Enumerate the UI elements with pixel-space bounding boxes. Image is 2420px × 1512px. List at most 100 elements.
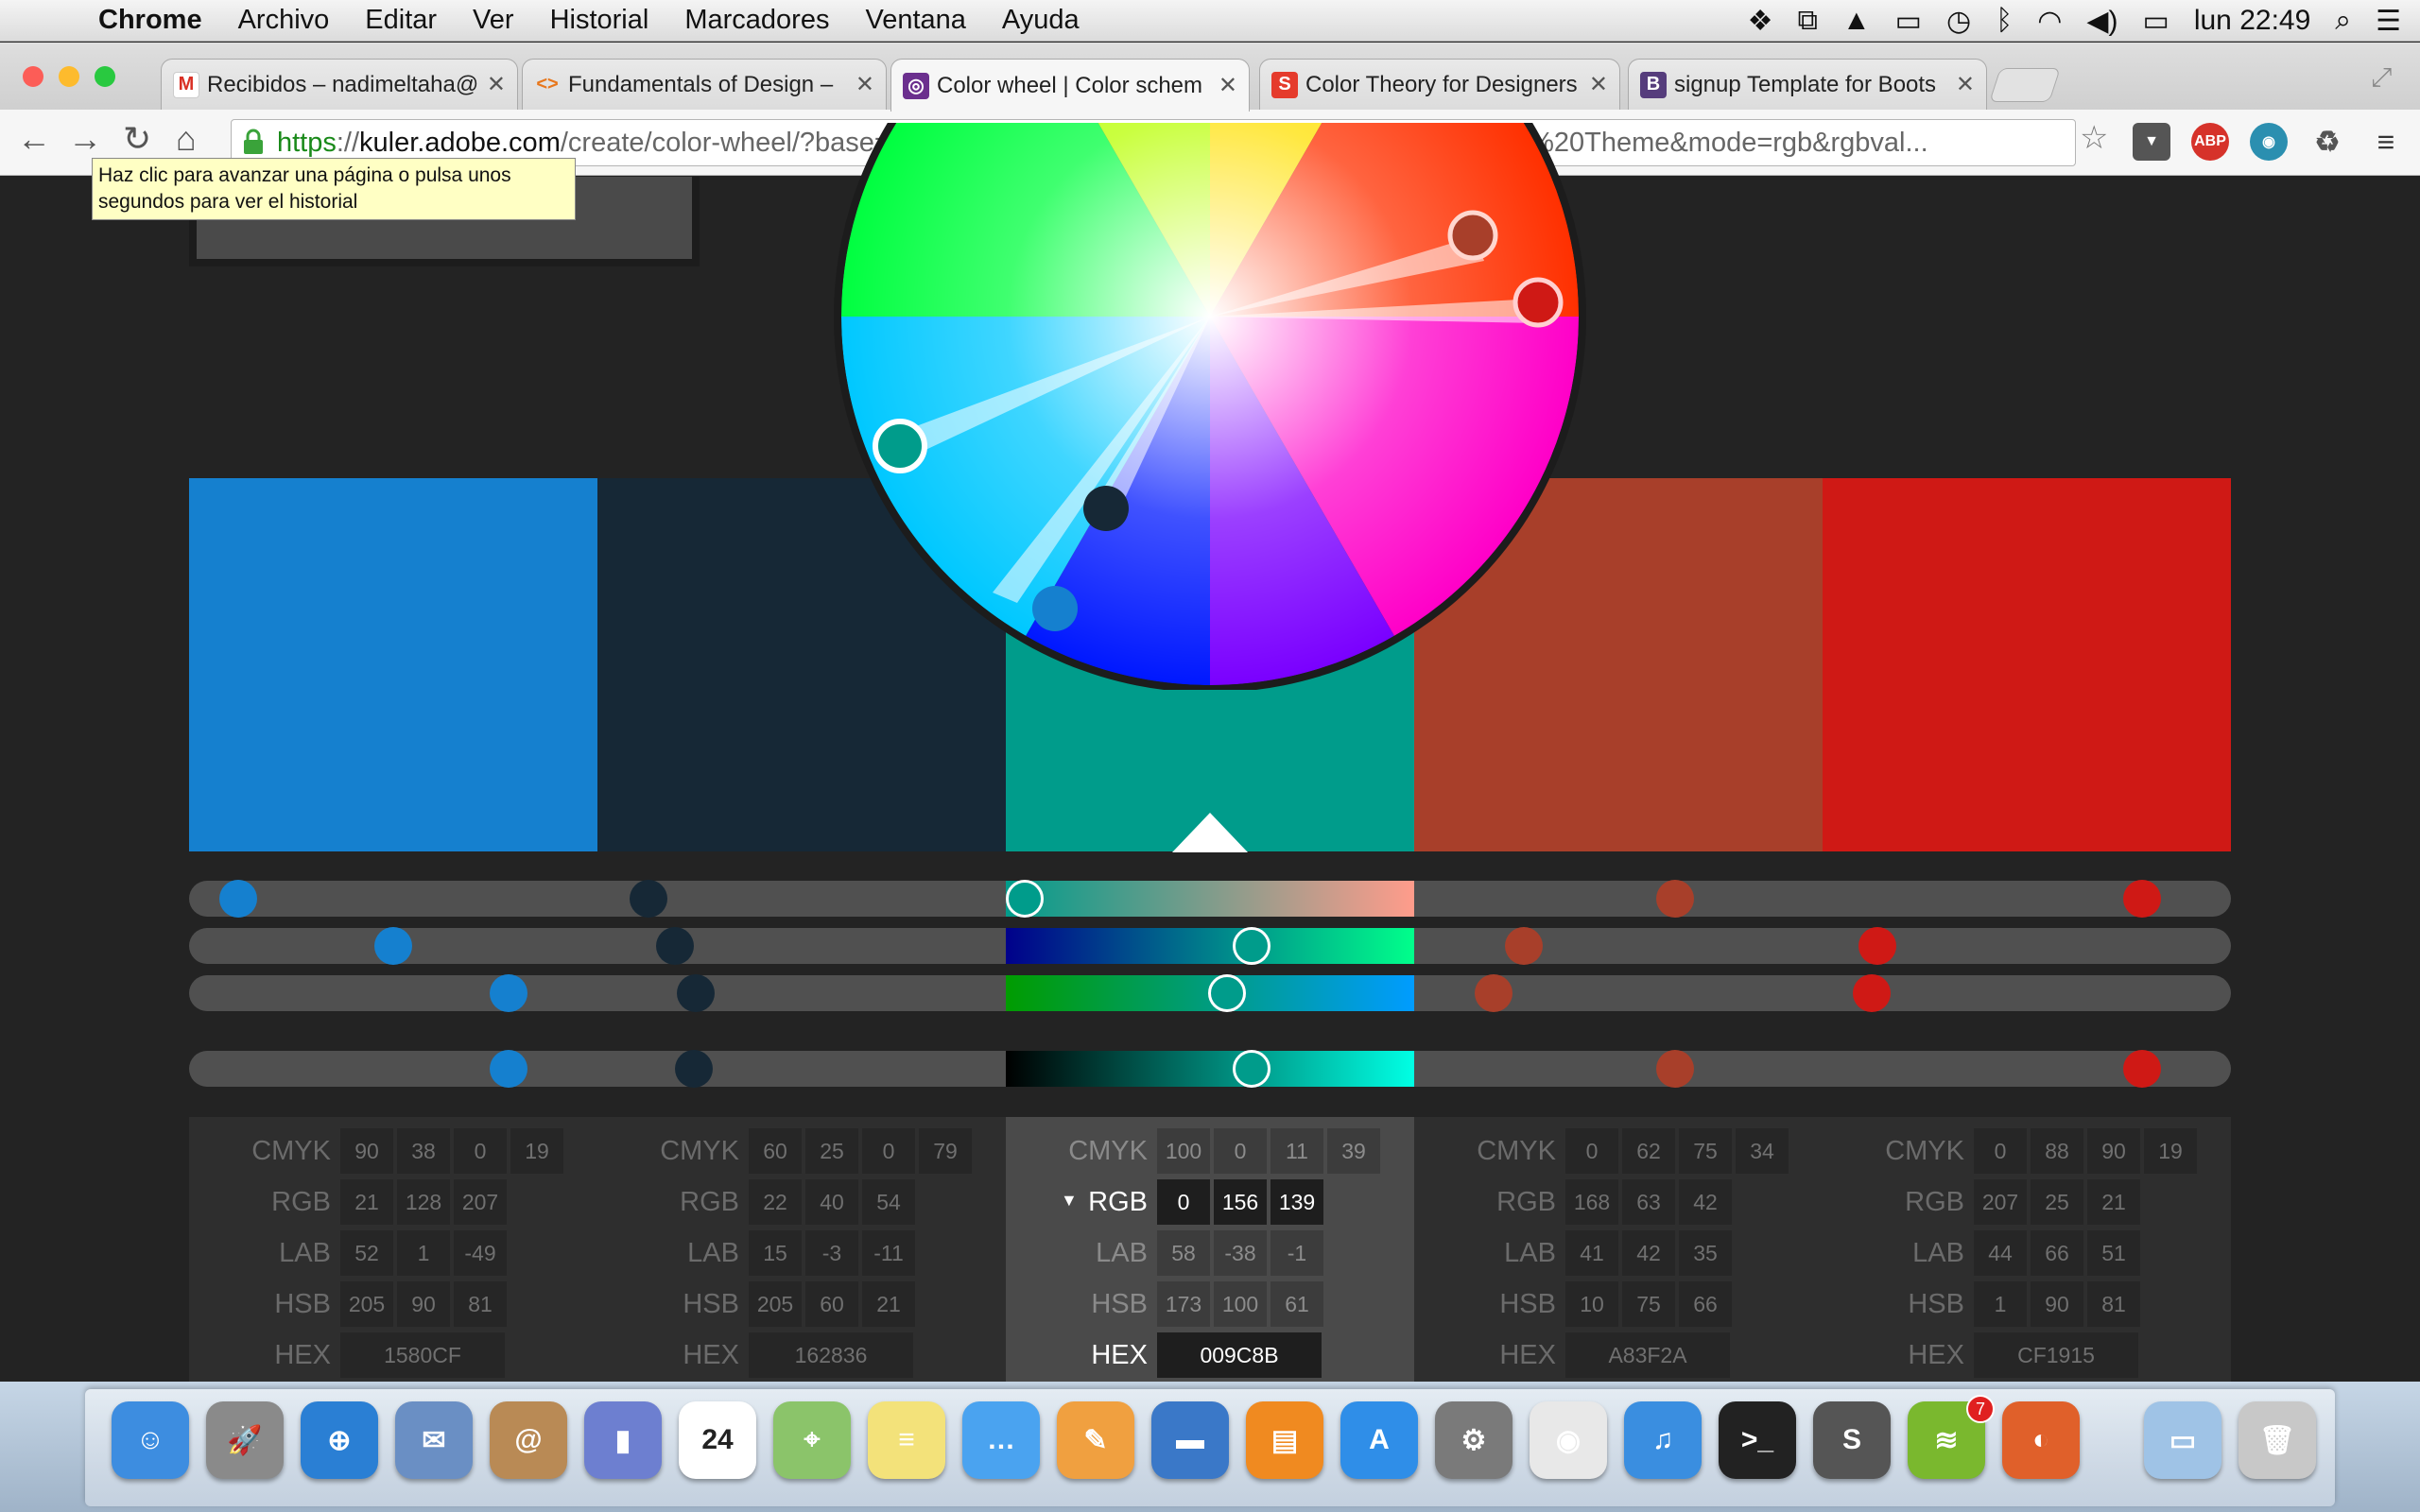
green-channel-gradient[interactable] [1006, 928, 1414, 964]
hex-value-field[interactable]: CF1915 [1974, 1332, 2138, 1378]
trash-icon[interactable]: 🗑 [2238, 1401, 2316, 1479]
tab-fundamentals[interactable]: <> Fundamentals of Design – ✕ [522, 59, 887, 110]
lab-value-field[interactable]: 51 [2087, 1230, 2140, 1276]
notification-center-icon[interactable]: ☰ [2376, 5, 2401, 38]
slider-knob[interactable] [1656, 1050, 1694, 1088]
cmyk-value-field[interactable]: 62 [1622, 1128, 1675, 1174]
ibooks-icon[interactable]: ▤ [1246, 1401, 1323, 1479]
close-tab-icon[interactable]: ✕ [487, 71, 506, 98]
slider-knob[interactable] [675, 1050, 713, 1088]
lab-value-field[interactable]: -49 [454, 1230, 507, 1276]
pocket-icon[interactable]: ▼ [2133, 123, 2170, 161]
clock[interactable]: lun 22:49 [2194, 5, 2310, 37]
hex-value-field[interactable]: 009C8B [1157, 1332, 1322, 1378]
zoom-window-button[interactable] [95, 66, 115, 87]
wheel-handle-5[interactable] [1512, 277, 1564, 328]
slider-knob[interactable] [656, 927, 694, 965]
bluetooth-icon[interactable]: ᛒ [1996, 5, 2013, 37]
cmyk-value-field[interactable]: 38 [397, 1128, 450, 1174]
slider-knob-selected[interactable] [1006, 880, 1044, 918]
drive-icon[interactable]: ▲ [1842, 5, 1871, 37]
maps-icon[interactable]: ⌖ [773, 1401, 851, 1479]
hsb-value-field[interactable]: 60 [805, 1281, 858, 1327]
lab-value-field[interactable]: 52 [340, 1230, 393, 1276]
launchpad-icon[interactable]: 🚀 [206, 1401, 284, 1479]
sublime-text-icon[interactable]: S [1813, 1401, 1891, 1479]
rgb-mode-caret-icon[interactable]: ▼ [1061, 1191, 1078, 1211]
slider-knob[interactable] [1853, 974, 1891, 1012]
menu-editar[interactable]: Editar [365, 5, 437, 36]
volume-icon[interactable]: ◀) [2086, 5, 2118, 38]
rgb-value-field[interactable]: 42 [1679, 1179, 1732, 1225]
cmyk-value-field[interactable]: 75 [1679, 1128, 1732, 1174]
hsb-value-field[interactable]: 81 [454, 1281, 507, 1327]
slider-knob[interactable] [490, 1050, 527, 1088]
bookmark-star-icon[interactable]: ☆ [2080, 119, 2108, 157]
rgb-value-field[interactable]: 25 [2031, 1179, 2083, 1225]
hsb-value-field[interactable]: 81 [2087, 1281, 2140, 1327]
red-channel-gradient[interactable] [1006, 881, 1414, 917]
wheel-handle-1[interactable] [1032, 586, 1078, 631]
slider-knob[interactable] [630, 880, 667, 918]
slider-knob[interactable] [1475, 974, 1512, 1012]
cmyk-value-field[interactable]: 34 [1736, 1128, 1789, 1174]
cmyk-value-field[interactable]: 11 [1270, 1128, 1323, 1174]
hsb-value-field[interactable]: 90 [2031, 1281, 2083, 1327]
rgb-value-field[interactable]: 128 [397, 1179, 450, 1225]
hex-value-field[interactable]: 1580CF [340, 1332, 505, 1378]
rgb-value-field[interactable]: 40 [805, 1179, 858, 1225]
menu-app-name[interactable]: Chrome [98, 5, 202, 36]
rgb-value-field[interactable]: 207 [1974, 1179, 2027, 1225]
firefox-icon[interactable]: ◐ [2002, 1401, 2080, 1479]
lab-value-field[interactable]: 42 [1622, 1230, 1675, 1276]
hsb-value-field[interactable]: 75 [1622, 1281, 1675, 1327]
cmyk-value-field[interactable]: 0 [862, 1128, 915, 1174]
tab-bootstrap[interactable]: B signup Template for Boots ✕ [1628, 59, 1987, 110]
rgb-value-field[interactable]: 156 [1214, 1179, 1267, 1225]
lab-value-field[interactable]: 66 [2031, 1230, 2083, 1276]
rgb-value-field[interactable]: 63 [1622, 1179, 1675, 1225]
close-tab-icon[interactable]: ✕ [1219, 72, 1237, 99]
fullscreen-icon[interactable]: ⤢ [2371, 62, 2392, 94]
pages-icon[interactable]: ✎ [1057, 1401, 1134, 1479]
color-swatch-1[interactable] [189, 478, 597, 851]
chrome-menu-icon[interactable]: ≡ [2367, 123, 2405, 161]
messages-icon[interactable]: … [962, 1401, 1040, 1479]
hsb-value-field[interactable]: 173 [1157, 1281, 1210, 1327]
color-swatch-5[interactable] [1823, 478, 2231, 851]
itunes-icon[interactable]: ♫ [1624, 1401, 1702, 1479]
slider-knob[interactable] [2123, 880, 2161, 918]
lab-value-field[interactable]: 15 [749, 1230, 802, 1276]
lab-value-field[interactable]: -11 [862, 1230, 915, 1276]
rgb-value-field[interactable]: 54 [862, 1179, 915, 1225]
back-arrow-icon[interactable]: ← [17, 119, 51, 159]
menu-ayuda[interactable]: Ayuda [1002, 5, 1080, 36]
safari-icon[interactable]: ⊕ [301, 1401, 378, 1479]
app-store-icon[interactable]: A [1340, 1401, 1418, 1479]
cmyk-value-field[interactable]: 19 [2144, 1128, 2197, 1174]
chrome-icon[interactable]: ◉ [1530, 1401, 1607, 1479]
cmyk-value-field[interactable]: 90 [340, 1128, 393, 1174]
owl-extension-icon[interactable]: ◉ [2250, 123, 2288, 161]
slider-knob-selected[interactable] [1233, 927, 1270, 965]
cmyk-value-field[interactable]: 79 [919, 1128, 972, 1174]
close-window-button[interactable] [23, 66, 43, 87]
wheel-handle-2[interactable] [1083, 486, 1129, 531]
slider-knob-selected[interactable] [1208, 974, 1246, 1012]
hsb-value-field[interactable]: 21 [862, 1281, 915, 1327]
rgb-value-field[interactable]: 0 [1157, 1179, 1210, 1225]
forward-arrow-icon[interactable]: → [68, 119, 102, 159]
tab-color-wheel[interactable]: ◎ Color wheel | Color schem ✕ [890, 59, 1250, 112]
wheel-handle-4[interactable] [1447, 210, 1498, 261]
cmyk-value-field[interactable]: 90 [2087, 1128, 2140, 1174]
minimize-window-button[interactable] [59, 66, 79, 87]
cmyk-value-field[interactable]: 100 [1157, 1128, 1210, 1174]
cmyk-value-field[interactable]: 88 [2031, 1128, 2083, 1174]
lab-value-field[interactable]: 35 [1679, 1230, 1732, 1276]
wifi-icon[interactable]: ◠ [2037, 5, 2062, 38]
rgb-value-field[interactable]: 207 [454, 1179, 507, 1225]
slider-knob[interactable] [490, 974, 527, 1012]
window-icon[interactable]: ⧉ [1798, 5, 1818, 37]
cmyk-value-field[interactable]: 60 [749, 1128, 802, 1174]
slider-knob[interactable] [2123, 1050, 2161, 1088]
